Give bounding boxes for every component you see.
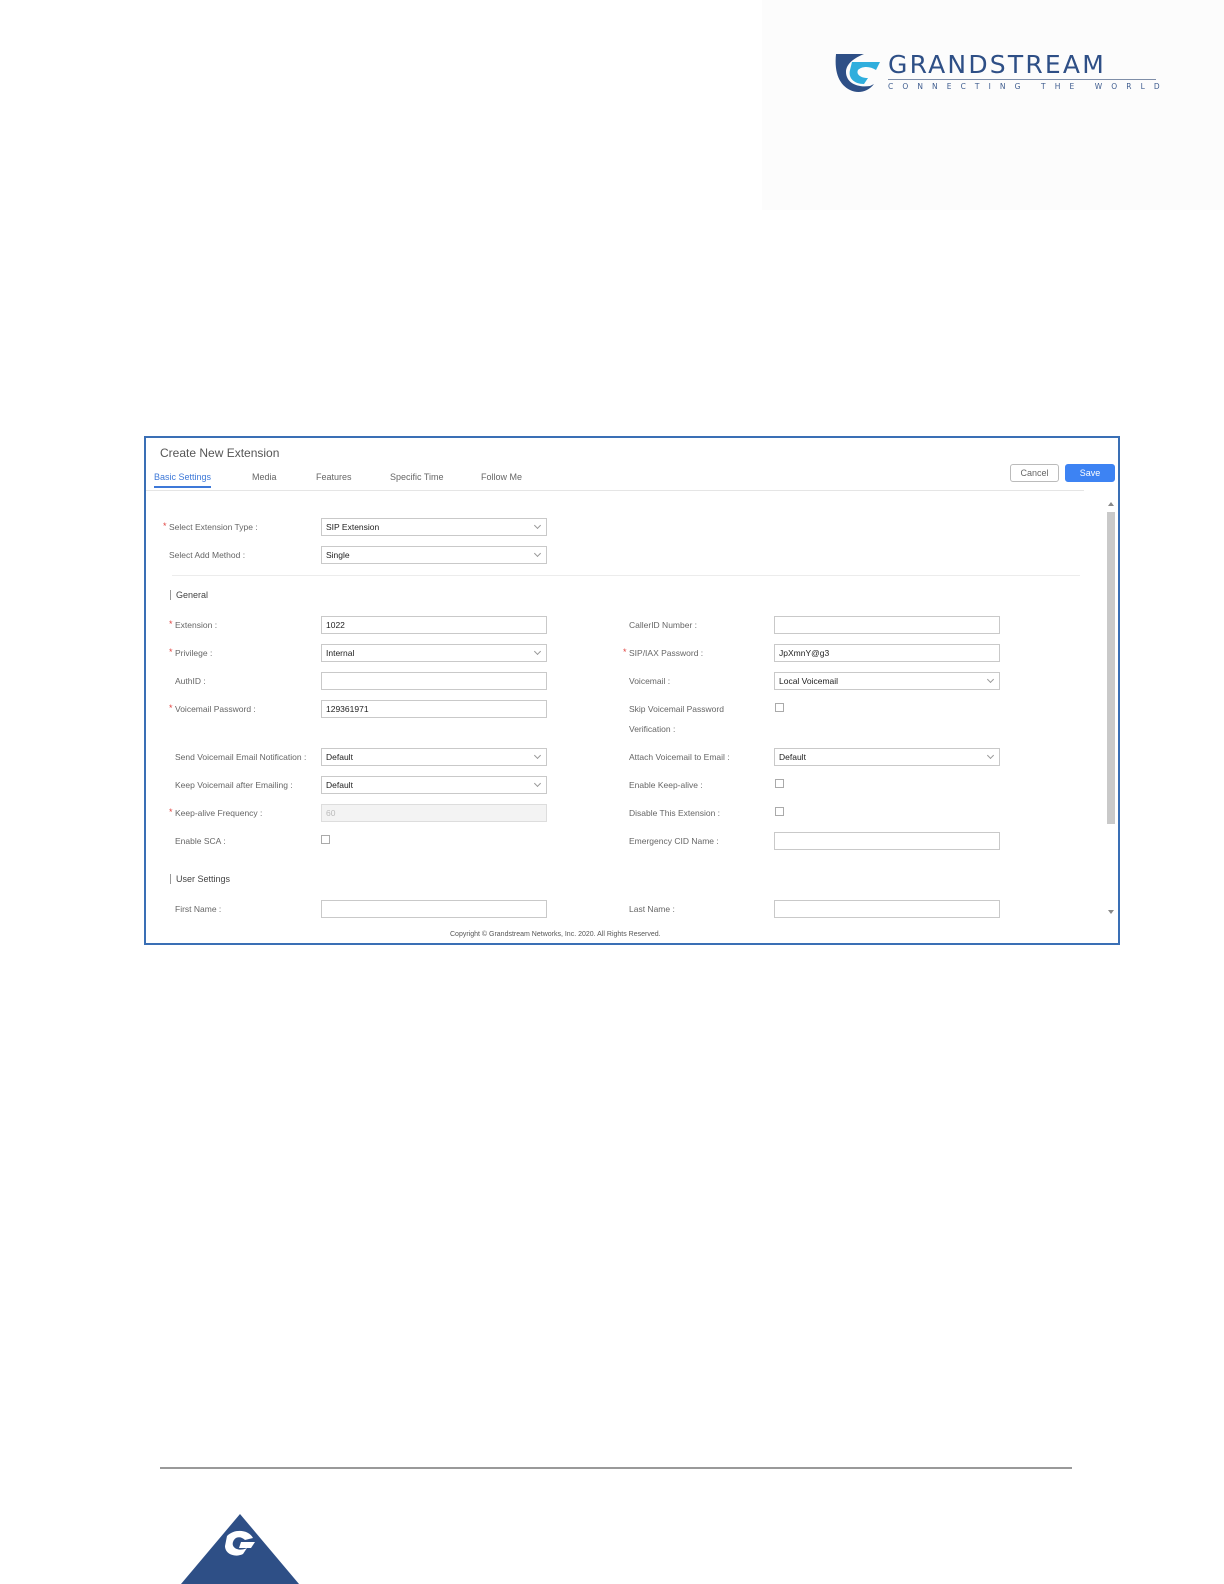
footer-logo-icon [181,1514,299,1584]
keep-voicemail-label: Keep Voicemail after Emailing : [175,780,293,790]
disable-extension-label: Disable This Extension : [629,808,721,818]
keepalive-frequency-input: 60 [321,804,547,822]
section-general-title: General [176,590,209,600]
disable-extension-checkbox[interactable] [775,807,784,816]
send-voicemail-email-select[interactable]: Default [321,748,547,766]
add-method-select[interactable]: Single [321,546,547,564]
add-method-label: Select Add Method : [169,550,246,560]
first-name-label: First Name : [175,904,222,914]
chevron-down-icon [533,779,542,788]
extension-type-select[interactable]: SIP Extension [321,518,547,536]
brand-name: GRANDSTREAM [888,50,1106,79]
brand-tagline: CONNECTING THE WORLD [888,82,1169,91]
chevron-down-icon [986,675,995,684]
tab-bar: Basic Settings Media Features Specific T… [146,470,1084,491]
required-marker: * [163,521,167,531]
tab-specific-time[interactable]: Specific Time [390,472,444,482]
chevron-down-icon [533,549,542,558]
authid-label: AuthID : [175,676,206,686]
authid-input[interactable] [321,672,547,690]
logo-divider [888,79,1156,80]
tab-media[interactable]: Media [252,472,277,482]
scrollbar-thumb[interactable] [1107,512,1115,824]
save-button[interactable]: Save [1065,464,1115,482]
voicemail-password-input[interactable]: 129361971 [321,700,547,718]
dialog-title: Create New Extension [160,446,280,460]
extension-type-label: Select Extension Type : [169,522,258,532]
enable-keepalive-checkbox[interactable] [775,779,784,788]
required-marker: * [169,619,173,629]
section-marker [170,874,171,884]
form-content: * Select Extension Type : SIP Extension … [154,498,1098,918]
voicemail-password-label: Voicemail Password : [175,704,256,714]
chevron-down-icon [533,751,542,760]
required-marker: * [169,647,173,657]
scroll-down-icon[interactable] [1108,910,1114,914]
sip-iax-password-input[interactable]: JpXmnY@g3 [774,644,1000,662]
voicemail-select[interactable]: Local Voicemail [774,672,1000,690]
tab-basic-settings[interactable]: Basic Settings [154,472,212,488]
last-name-label: Last Name : [629,904,675,914]
emergency-cid-name-input[interactable] [774,832,1000,850]
section-user-settings-title: User Settings [176,874,231,884]
extension-input[interactable]: 1022 [321,616,547,634]
callerid-number-input[interactable] [774,616,1000,634]
emergency-cid-name-label: Emergency CID Name : [629,836,719,846]
section-marker [170,590,171,600]
keep-voicemail-select[interactable]: Default [321,776,547,794]
grandstream-logo: GRANDSTREAM CONNECTING THE WORLD [834,50,1164,95]
tab-features[interactable]: Features [316,472,352,482]
enable-keepalive-label: Enable Keep-alive : [629,780,703,790]
required-marker: * [623,647,627,657]
required-marker: * [169,703,173,713]
callerid-number-label: CallerID Number : [629,620,698,630]
skip-voicemail-password-checkbox[interactable] [775,703,784,712]
attach-voicemail-email-select[interactable]: Default [774,748,1000,766]
enable-sca-checkbox[interactable] [321,835,330,844]
chevron-down-icon [986,751,995,760]
create-extension-dialog: Create New Extension Basic Settings Medi… [144,436,1120,945]
header-background [762,0,1224,210]
skip-voicemail-password-label: Skip Voicemail Password [629,704,724,714]
grandstream-logo-icon [835,54,880,92]
vertical-scrollbar[interactable] [1106,498,1116,918]
tab-follow-me[interactable]: Follow Me [481,472,522,482]
keepalive-frequency-label: Keep-alive Frequency : [175,808,263,818]
sip-iax-password-label: SIP/IAX Password : [629,648,704,658]
last-name-input[interactable] [774,900,1000,918]
skip-voicemail-password-label-line2: Verification : [629,724,676,734]
chevron-down-icon [533,647,542,656]
footer-divider [160,1467,1072,1469]
divider [172,575,1080,576]
privilege-select[interactable]: Internal [321,644,547,662]
first-name-input[interactable] [321,900,547,918]
extension-label: Extension : [175,620,218,630]
voicemail-label: Voicemail : [629,676,671,686]
enable-sca-label: Enable SCA : [175,836,226,846]
cancel-button[interactable]: Cancel [1010,464,1059,482]
scroll-up-icon[interactable] [1108,502,1114,506]
privilege-label: Privilege : [175,648,213,658]
required-marker: * [169,807,173,817]
send-voicemail-email-label: Send Voicemail Email Notification : [175,752,307,762]
attach-voicemail-email-label: Attach Voicemail to Email : [629,752,730,762]
chevron-down-icon [533,521,542,530]
